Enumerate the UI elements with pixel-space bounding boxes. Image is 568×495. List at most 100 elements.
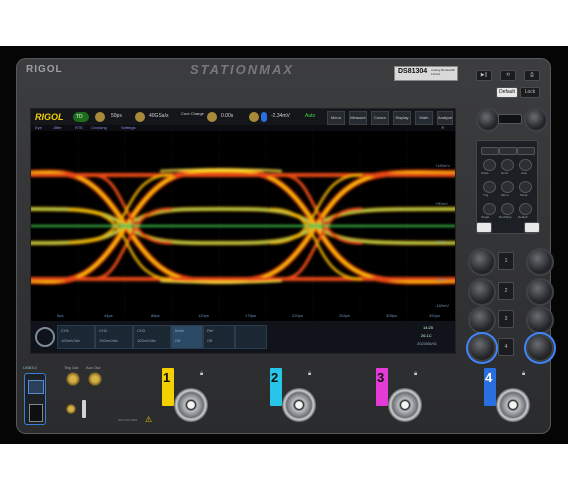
- mode-label: TD: [76, 114, 83, 120]
- multipurpose-knob-a[interactable]: [476, 108, 500, 132]
- usb-port[interactable]: [29, 404, 43, 422]
- channel-1-input[interactable]: 1 🔒︎: [160, 366, 220, 434]
- aux-out-connector[interactable]: [88, 372, 102, 386]
- ch4-button[interactable]: 4: [498, 338, 514, 356]
- trig-out-label: Trig Out: [64, 365, 79, 370]
- auto-status[interactable]: Auto: [305, 113, 315, 119]
- ch1-tile[interactable]: CH1 100mV/div: [57, 325, 95, 349]
- ch2-bnc-connector[interactable]: [282, 388, 316, 422]
- single-key[interactable]: [483, 203, 496, 215]
- multipurpose-knob-b[interactable]: [524, 108, 548, 132]
- tile-name: CH2: [99, 328, 108, 333]
- settings-gear-icon[interactable]: [35, 327, 55, 347]
- ch3-bnc-connector[interactable]: [388, 388, 422, 422]
- submenu-settings[interactable]: Settings: [121, 125, 135, 130]
- submenu-rte[interactable]: RTE: [75, 125, 83, 130]
- submenu-eye[interactable]: Eye: [35, 125, 42, 130]
- math-button[interactable]: Math: [415, 111, 433, 125]
- close-icon[interactable]: ✕: [441, 125, 444, 130]
- ch4-scale-knob[interactable]: [526, 334, 554, 362]
- ch4-position-knob[interactable]: [468, 334, 496, 362]
- date: 2023/06/01: [417, 341, 438, 346]
- empty-tile[interactable]: [235, 325, 267, 349]
- navigate-button[interactable]: [498, 114, 522, 124]
- ch3-position-knob[interactable]: [468, 306, 496, 334]
- display-button[interactable]: Display: [393, 111, 411, 125]
- menu-button[interactable]: Menu: [327, 111, 345, 125]
- clock: 14:25: [423, 325, 434, 330]
- usb-port-panel[interactable]: [24, 373, 46, 425]
- ch3-button[interactable]: 3: [498, 310, 514, 328]
- timebase-icon[interactable]: [95, 112, 105, 122]
- usb-label: USB3.0: [23, 365, 37, 370]
- delay-value: 0.00s: [221, 113, 234, 119]
- y-tick: +90mV: [435, 201, 448, 206]
- mode-key[interactable]: [519, 181, 532, 193]
- ground-connector[interactable]: [66, 404, 76, 414]
- channel-3-input[interactable]: 3 🔒︎: [374, 366, 434, 434]
- acq-mode: Core Charge: [181, 111, 204, 116]
- tile-name: Ref: [207, 328, 214, 333]
- run-stop-key[interactable]: [501, 203, 514, 215]
- analyze-button[interactable]: Analyze: [437, 111, 453, 125]
- run-stop-button[interactable]: ▶||: [476, 70, 492, 81]
- ch2-scale-knob[interactable]: [526, 278, 554, 306]
- navigate-key[interactable]: [499, 147, 517, 155]
- ch1-number: 1: [163, 370, 171, 385]
- auto-key[interactable]: [519, 159, 532, 171]
- ch3-tile[interactable]: CH3 100mV/div: [133, 325, 171, 349]
- model-number: DS81304: [398, 68, 428, 75]
- channel-2-input[interactable]: 2 🔒︎: [268, 366, 328, 434]
- sample-icon[interactable]: [135, 112, 145, 122]
- ch2-number: 2: [271, 370, 279, 385]
- default-key[interactable]: [519, 203, 532, 215]
- lock-icon: 🔒︎: [200, 371, 204, 377]
- trigger-icon[interactable]: [249, 112, 259, 122]
- print-button[interactable]: ⎙: [524, 70, 540, 81]
- quick-button[interactable]: [481, 147, 499, 155]
- default-button[interactable]: Default: [496, 87, 518, 98]
- channel-4-input[interactable]: 4 🔒︎: [482, 366, 542, 434]
- ch2-tile[interactable]: CH2 100mV/div: [95, 325, 133, 349]
- cursor-button[interactable]: Cursor: [371, 111, 389, 125]
- submenu-crossing[interactable]: Crossing: [91, 125, 107, 130]
- ch4-bnc-connector[interactable]: [496, 388, 530, 422]
- brand-label: RIGOL: [26, 64, 63, 75]
- probe-comp-terminal[interactable]: [82, 400, 86, 418]
- math-tile[interactable]: Math Off: [171, 325, 203, 349]
- trig-out-connector[interactable]: [66, 372, 80, 386]
- ch2-button[interactable]: 2: [498, 282, 514, 300]
- rigol-logo: RIGOL: [35, 112, 64, 122]
- model-badge: DS81304 Analog Bandwidth 13GHz: [394, 66, 458, 81]
- x-tick: 352ps: [429, 313, 440, 318]
- ch1-position-knob[interactable]: [468, 248, 496, 276]
- ch1-button[interactable]: 1: [498, 252, 514, 270]
- label-runstop: Run/Stop: [499, 215, 512, 219]
- position-key[interactable]: [517, 147, 535, 155]
- trigger-source-icon[interactable]: [261, 112, 267, 122]
- lock-button[interactable]: Lock: [520, 87, 540, 98]
- scale-key[interactable]: [483, 159, 496, 171]
- delay-icon[interactable]: [207, 112, 217, 122]
- series-label: STATIONMAX: [190, 62, 295, 77]
- horiz-key[interactable]: [501, 159, 514, 171]
- x-tick: 220ps: [292, 313, 303, 318]
- clear-button[interactable]: ⟲: [500, 70, 516, 81]
- measure-button[interactable]: Measure: [349, 111, 367, 125]
- ch2-position-knob[interactable]: [468, 278, 496, 306]
- horiz-scale-button[interactable]: [476, 222, 492, 233]
- status-bar: CH1 100mV/div CH2 100mV/div CH3 100mV/di…: [31, 321, 455, 353]
- menu-key[interactable]: [501, 181, 514, 193]
- mode-badge[interactable]: TD: [73, 112, 89, 122]
- submenu-jitter[interactable]: Jitter: [53, 125, 62, 130]
- trig-key[interactable]: [483, 181, 496, 193]
- ref-tile[interactable]: Ref Off: [203, 325, 235, 349]
- ch3-scale-knob[interactable]: [526, 306, 554, 334]
- ch1-bnc-connector[interactable]: [174, 388, 208, 422]
- input-spec: 50Ω ≤5V RMS: [118, 418, 138, 422]
- trig-level-button[interactable]: [524, 222, 540, 233]
- label-trig: Trig: [483, 193, 489, 197]
- usb-icon: [28, 380, 44, 394]
- ch1-scale-knob[interactable]: [526, 248, 554, 276]
- x-tick: 44ps: [104, 313, 113, 318]
